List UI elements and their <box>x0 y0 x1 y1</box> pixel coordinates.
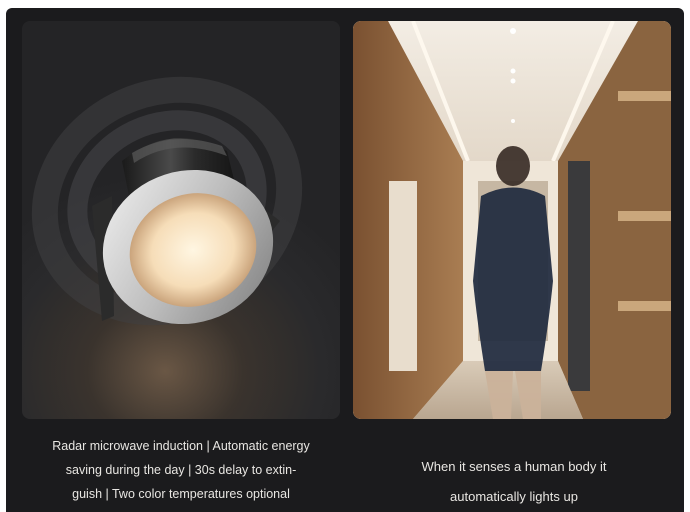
shelf <box>618 91 671 101</box>
hallway-illustration <box>353 21 671 419</box>
downlight-product-image <box>22 21 340 419</box>
caption-line: When it senses a human body it <box>421 459 607 474</box>
product-banner: Radar microwave induction | Automatic en… <box>6 8 684 512</box>
sensor-caption: When it senses a human body it automatic… <box>356 452 672 512</box>
left-doorway <box>389 181 417 371</box>
caption-line: Radar microwave induction | Automatic en… <box>52 439 310 453</box>
downlight-illustration <box>31 76 303 326</box>
hallway-scene-image <box>353 21 671 419</box>
ceiling-light <box>510 68 516 74</box>
ceiling-light <box>510 28 516 34</box>
shelf <box>618 301 671 311</box>
caption-line: automatically lights up <box>450 489 578 504</box>
caption-line: saving during the day | 30s delay to ext… <box>65 463 297 477</box>
caption-line: guish | Two color temperatures optional <box>72 487 290 501</box>
ceiling-light <box>510 78 516 84</box>
ceiling-light <box>511 119 515 123</box>
shelf <box>618 211 671 221</box>
dark-door <box>568 161 590 391</box>
feature-caption: Radar microwave induction | Automatic en… <box>26 434 336 506</box>
